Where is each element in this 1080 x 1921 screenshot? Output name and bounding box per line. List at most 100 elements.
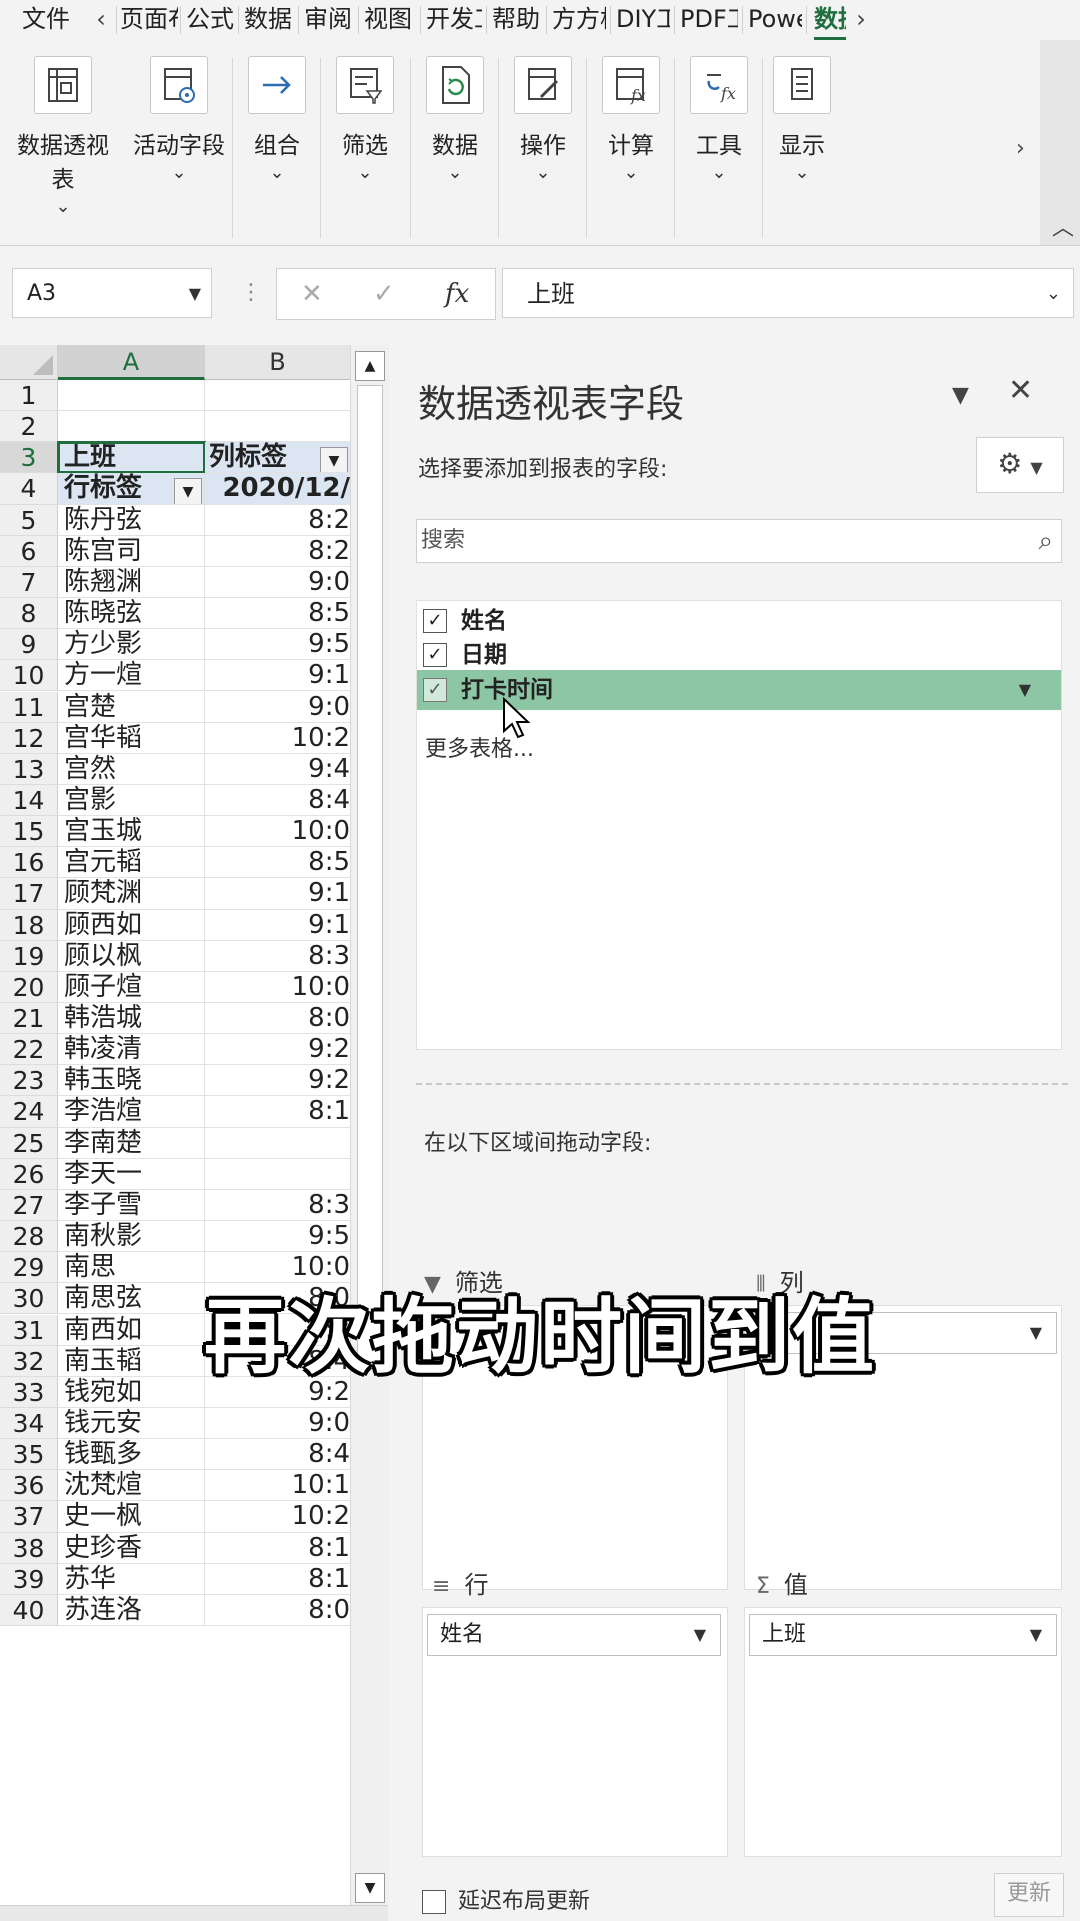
row-labels-cell[interactable]: 行标签 ▼	[58, 473, 205, 505]
formula-input[interactable]: 上班 ⌄	[502, 268, 1074, 318]
time-cell[interactable]: 10:2	[205, 1501, 350, 1533]
name-cell[interactable]: 沈梵煊	[58, 1470, 205, 1502]
column-labels-cell[interactable]: 列标签 ▼	[205, 442, 350, 474]
row-header[interactable]: 28	[0, 1221, 58, 1253]
field-dropdown-icon[interactable]: ▼	[1019, 670, 1031, 710]
time-cell[interactable]: 9:1	[205, 910, 350, 941]
time-cell[interactable]: 9:2	[205, 1034, 350, 1066]
enter-icon[interactable]: ✓	[373, 269, 395, 319]
row-header[interactable]: 40	[0, 1594, 58, 1626]
tab-formulas[interactable]: 公式	[186, 0, 236, 40]
name-cell[interactable]: 钱元安	[58, 1407, 205, 1440]
name-cell[interactable]: 陈翘渊	[58, 566, 205, 599]
row-header[interactable]: 34	[0, 1407, 58, 1440]
row-header[interactable]: 23	[0, 1065, 58, 1097]
name-cell[interactable]: 李天一	[58, 1158, 205, 1190]
time-cell[interactable]: 9:0	[205, 567, 350, 599]
row-header[interactable]: 11	[0, 691, 58, 723]
name-cell[interactable]: 陈宫司	[58, 535, 205, 567]
row-header[interactable]: 12	[0, 722, 58, 754]
scroll-down-icon[interactable]: ▼	[355, 1873, 385, 1903]
tab-power[interactable]: Powe	[748, 0, 802, 40]
row-header[interactable]: 8	[0, 598, 58, 630]
pane-splitter[interactable]	[416, 1083, 1068, 1085]
insert-function-icon[interactable]: fx	[445, 269, 469, 319]
tab-page-layout[interactable]: 页面布	[120, 0, 178, 40]
row-header[interactable]: 4	[0, 473, 58, 505]
name-cell[interactable]: 南秋影	[58, 1221, 205, 1253]
tab-scroll-left-button[interactable]: ‹	[86, 0, 116, 40]
tab-help[interactable]: 帮助	[492, 0, 542, 40]
time-cell[interactable]: 8:0	[205, 1595, 350, 1626]
time-cell[interactable]: 9:0	[205, 1408, 350, 1440]
name-cell[interactable]: 史一枫	[58, 1501, 205, 1533]
date-header-cell[interactable]: 2020/12/	[205, 473, 350, 505]
cancel-icon[interactable]: ✕	[301, 269, 323, 319]
time-cell[interactable]: 8:4	[205, 1439, 350, 1471]
time-cell[interactable]: 8:3	[205, 941, 350, 972]
tab-view[interactable]: 视图	[364, 0, 416, 40]
name-cell[interactable]: 宫元韬	[58, 847, 205, 879]
time-cell[interactable]: 9:1	[205, 660, 350, 692]
time-cell[interactable]: 8:5	[205, 847, 350, 879]
time-cell[interactable]: 9:0	[205, 692, 350, 723]
pane-options-dropdown-icon[interactable]: ▼	[952, 383, 969, 408]
time-cell[interactable]	[205, 1159, 350, 1190]
collapse-ribbon-icon[interactable]: ︿	[1052, 210, 1074, 242]
row-header[interactable]: 3	[0, 442, 58, 474]
name-cell[interactable]: 韩凌清	[58, 1034, 205, 1066]
row-header[interactable]: 2	[0, 411, 58, 443]
chevron-down-icon[interactable]: ▼	[1030, 1615, 1042, 1655]
time-cell[interactable]: 10:1	[205, 1470, 350, 1502]
ribbon-group-show[interactable]: 显示 ⌄	[752, 56, 852, 183]
time-cell[interactable]: 9:4	[205, 754, 350, 785]
name-cell[interactable]: 韩浩城	[58, 1003, 205, 1035]
row-header[interactable]: 1	[0, 380, 58, 412]
column-header-b[interactable]: B	[205, 345, 350, 380]
name-cell[interactable]: 顾子煊	[58, 971, 205, 1003]
name-cell[interactable]: 苏连洛	[58, 1594, 205, 1626]
time-cell[interactable]	[205, 380, 350, 412]
row-header[interactable]: 13	[0, 753, 58, 785]
tab-review[interactable]: 审阅	[304, 0, 354, 40]
row-header[interactable]: 25	[0, 1127, 58, 1159]
chevron-down-icon[interactable]: ▼	[694, 1615, 706, 1655]
select-all-corner[interactable]	[0, 345, 58, 380]
ribbon-scroll-right-icon[interactable]: ›	[1016, 136, 1025, 161]
name-cell[interactable]: 陈丹弦	[58, 504, 205, 536]
row-header[interactable]: 19	[0, 940, 58, 972]
rows-zone[interactable]: 姓名 ▼	[422, 1607, 728, 1857]
worksheet-grid[interactable]: A B 1 2 3 上班 列标签 ▼ 4 行标签 ▼ 2020/12/5 陈丹弦 8:2 6 陈宫司 8:2…	[0, 345, 350, 1905]
row-header[interactable]: 26	[0, 1158, 58, 1190]
tab-diy-tools[interactable]: DIY工	[616, 0, 670, 40]
name-cell[interactable]: 史珍香	[58, 1532, 205, 1564]
filter-dropdown-icon[interactable]: ▼	[174, 478, 202, 504]
ribbon-group-active-field[interactable]: 活动字段 ⌄	[124, 56, 234, 183]
row-header[interactable]: 9	[0, 629, 58, 661]
row-header[interactable]: 16	[0, 847, 58, 879]
time-cell[interactable]: 10:0	[205, 816, 350, 848]
scroll-up-icon[interactable]: ▲	[355, 351, 385, 381]
name-box[interactable]: A3 ▼	[12, 268, 212, 318]
name-cell[interactable]: 李浩煊	[58, 1096, 205, 1128]
name-cell[interactable]: 宫玉城	[58, 816, 205, 848]
row-header[interactable]: 18	[0, 909, 58, 941]
name-cell[interactable]	[58, 380, 205, 412]
name-cell[interactable]: 宫华韬	[58, 722, 205, 754]
ribbon-group-pivottable[interactable]: 数据透视表 ⌄	[8, 56, 118, 217]
tab-developer[interactable]: 开发工	[426, 0, 482, 40]
time-cell[interactable]: 8:0	[205, 1003, 350, 1035]
time-cell[interactable]	[205, 1128, 350, 1159]
time-cell[interactable]: 9:2	[205, 1065, 350, 1097]
tab-file[interactable]: 文件	[22, 0, 92, 40]
row-header[interactable]: 37	[0, 1501, 58, 1533]
name-cell[interactable]: 顾梵渊	[58, 878, 205, 910]
time-cell[interactable]: 9:1	[205, 878, 350, 910]
time-cell[interactable]: 8:1	[205, 1533, 350, 1564]
row-header[interactable]: 27	[0, 1189, 58, 1222]
name-cell[interactable]: 宫影	[58, 784, 205, 817]
name-cell[interactable]: 方少影	[58, 629, 205, 661]
row-header[interactable]: 5	[0, 504, 58, 536]
tab-scroll-right-button[interactable]: ›	[846, 0, 876, 40]
time-cell[interactable]: 8:2	[205, 505, 350, 536]
